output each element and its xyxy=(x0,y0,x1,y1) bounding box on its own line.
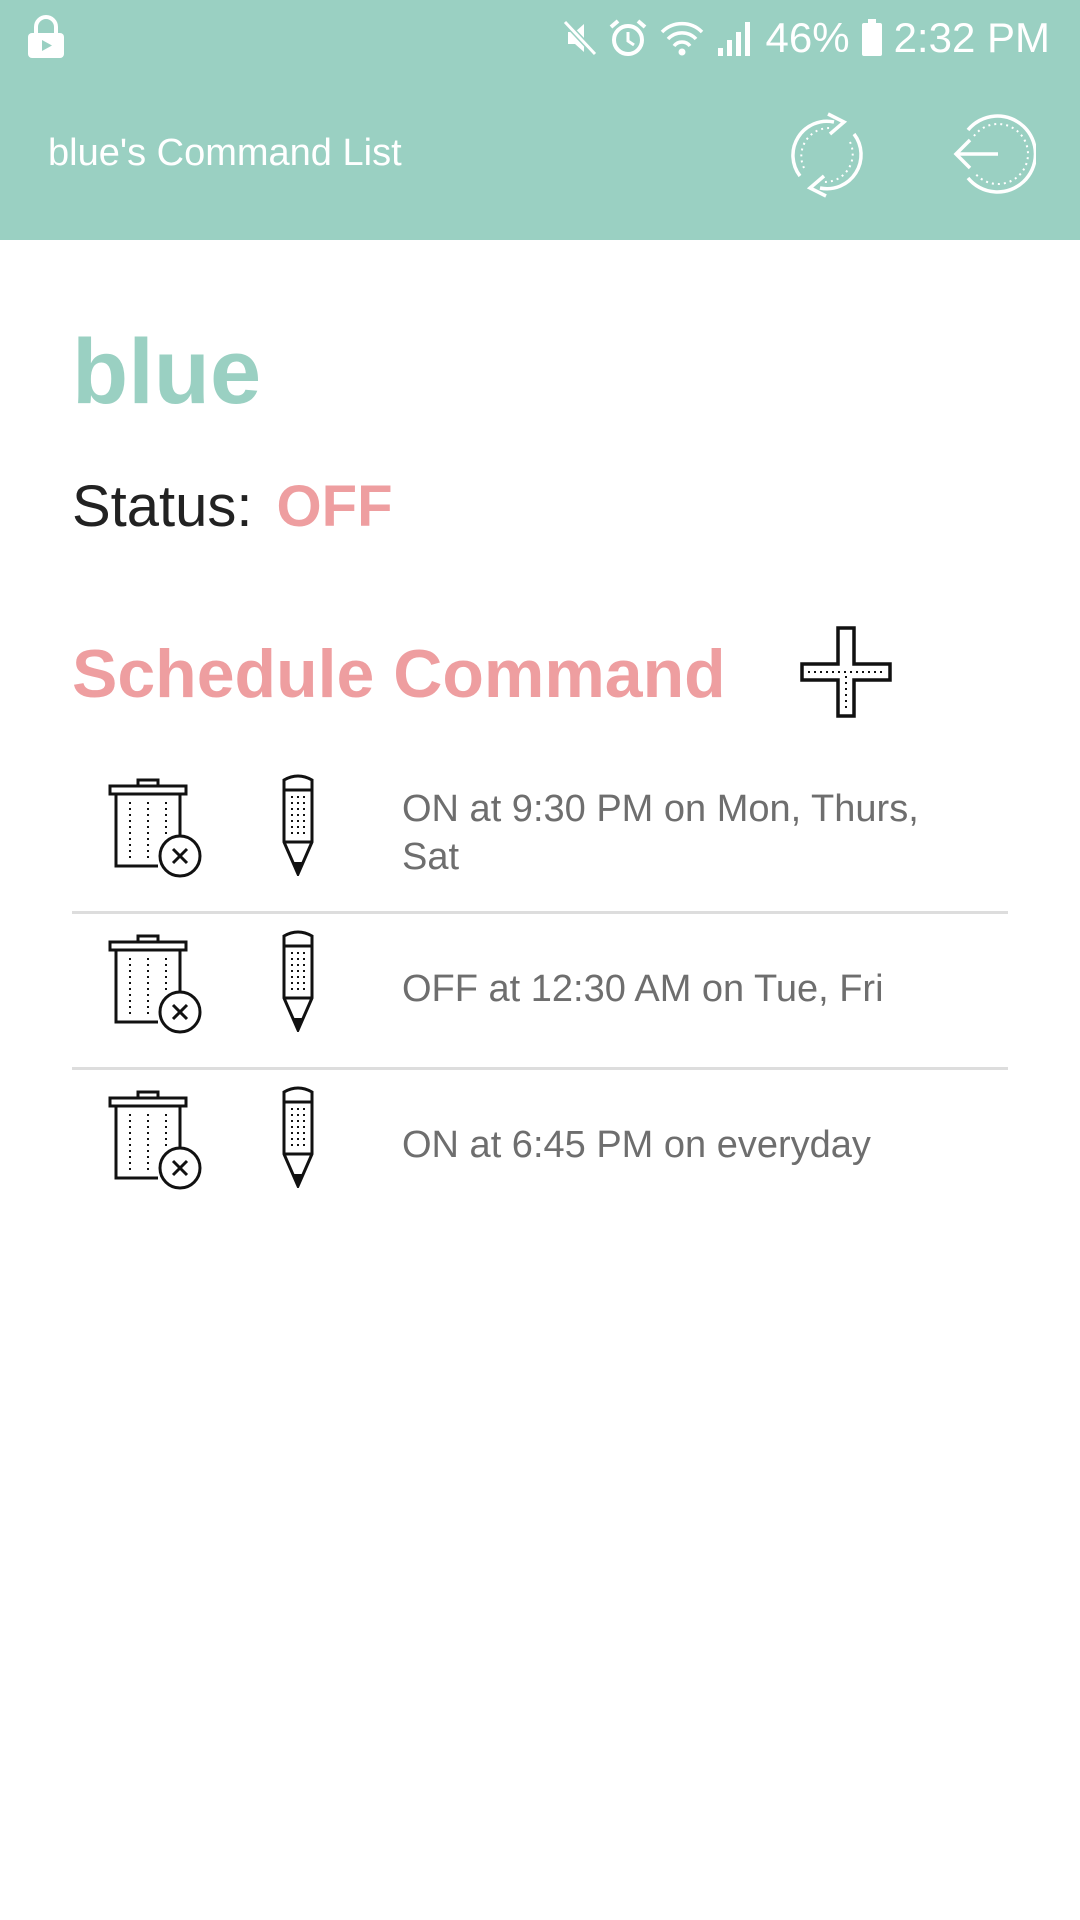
battery-icon xyxy=(861,19,882,56)
battery-percent: 46% xyxy=(765,14,850,61)
trash-delete-icon xyxy=(108,934,202,1034)
trash-delete-icon xyxy=(108,778,202,878)
mute-icon xyxy=(562,19,597,57)
pencil-icon xyxy=(282,930,314,1034)
edit-button[interactable] xyxy=(278,772,318,878)
pencil-icon xyxy=(282,1086,314,1190)
top-bar: 46% 2:32 PM blue's Command List xyxy=(0,0,1080,240)
schedule-header: Schedule Command xyxy=(72,636,726,712)
delete-button[interactable] xyxy=(108,934,204,1034)
alarm-icon xyxy=(609,19,646,56)
logout-button[interactable] xyxy=(952,112,1038,196)
edit-button[interactable] xyxy=(278,1084,318,1190)
status-value: OFF xyxy=(276,474,393,539)
delete-button[interactable] xyxy=(108,1090,204,1190)
device-name: blue xyxy=(72,321,262,423)
edit-button[interactable] xyxy=(278,928,318,1034)
plus-icon xyxy=(800,626,892,718)
app-bar: blue's Command List xyxy=(0,76,1080,240)
status-label: Status: xyxy=(72,474,253,539)
schedule-item: ON at 9:30 PM on Mon, Thurs, Sat xyxy=(72,758,1008,914)
schedule-item: ON at 6:45 PM on everyday xyxy=(72,1070,1008,1226)
schedule-item: OFF at 12:30 AM on Tue, Fri xyxy=(72,914,1008,1070)
schedule-text: ON at 9:30 PM on Mon, Thurs, Sat xyxy=(402,788,919,878)
pencil-icon xyxy=(282,774,314,878)
refresh-button[interactable] xyxy=(782,110,872,200)
clock: 2:32 PM xyxy=(893,14,1050,61)
trash-delete-icon xyxy=(108,1090,202,1190)
screen: 46% 2:32 PM blue's Command List blue Sta… xyxy=(0,0,1080,1920)
lock-icon xyxy=(28,15,64,58)
schedule-list: ON at 9:30 PM on Mon, Thurs, Sat OFF at … xyxy=(72,758,1008,1226)
add-schedule-button[interactable] xyxy=(800,626,892,718)
wifi-icon xyxy=(660,21,703,56)
app-title: blue's Command List xyxy=(48,132,402,174)
signal-icon xyxy=(717,22,750,56)
status-bar: 46% 2:32 PM xyxy=(0,0,1080,76)
status-icons: 46% 2:32 PM xyxy=(562,10,1050,66)
device-status: Status: OFF xyxy=(72,478,393,536)
refresh-icon xyxy=(791,112,863,198)
delete-button[interactable] xyxy=(108,778,204,878)
logout-icon xyxy=(953,114,1038,194)
schedule-text: ON at 6:45 PM on everyday xyxy=(402,1124,871,1166)
schedule-text: OFF at 12:30 AM on Tue, Fri xyxy=(402,968,884,1010)
